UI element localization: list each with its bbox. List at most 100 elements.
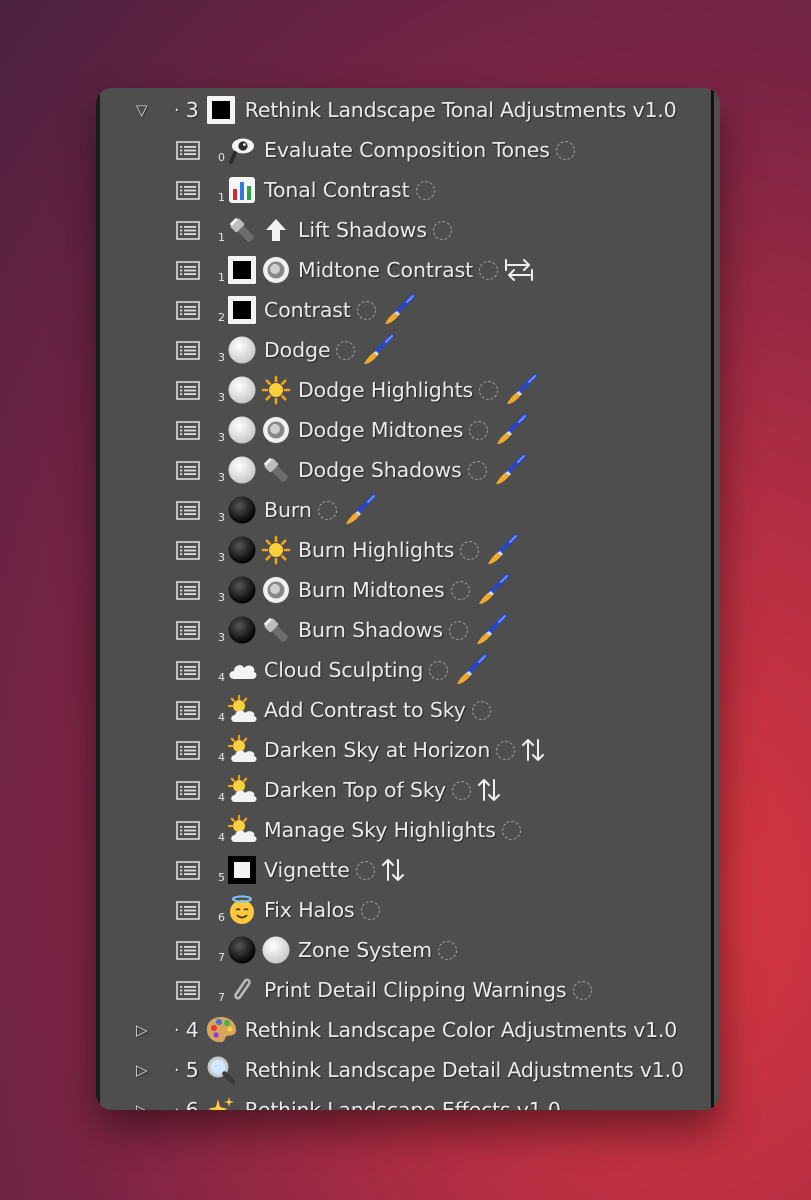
preset-item-burn-shadows[interactable]: 3 Burn Shadows — [96, 610, 708, 650]
partial-preset-indicator-icon — [479, 260, 499, 280]
black-square-icon — [226, 294, 258, 326]
preset-label: Darken Sky at Horizon — [264, 738, 491, 762]
bullet-dot: · — [174, 1059, 180, 1081]
preset-item-lift-shadows[interactable]: 1 Lift Shadows — [96, 210, 708, 250]
preset-item-manage-sky-highlights[interactable]: 4 Manage Sky Highlights — [96, 810, 708, 850]
paintbrush-icon — [343, 494, 377, 526]
preset-label: Fix Halos — [264, 898, 355, 922]
preset-item-burn-highlights[interactable]: 3 Burn Highlights — [96, 530, 708, 570]
preset-list-icon — [176, 780, 218, 800]
preset-item-dodge-midtones[interactable]: 3 Dodge Midtones — [96, 410, 708, 450]
vignette-square-icon — [226, 854, 258, 886]
group-title: Rethink Landscape Detail Adjustments v1.… — [244, 1058, 684, 1082]
preset-level: 3 — [218, 631, 225, 644]
disclosure-expanded-icon[interactable]: ▽ — [136, 101, 152, 119]
preset-label: Burn Highlights — [298, 538, 455, 562]
preset-item-contrast[interactable]: 2 Contrast — [96, 290, 708, 330]
preset-item-midtone-contrast[interactable]: 1 Midtone Contrast — [96, 250, 708, 290]
preset-level: 3 — [218, 471, 225, 484]
partial-preset-indicator-icon — [429, 660, 449, 680]
preset-level: 3 — [218, 511, 225, 524]
preset-item-vignette[interactable]: 5 Vignette — [96, 850, 708, 890]
up-arrow-icon — [260, 214, 292, 246]
partial-preset-indicator-icon — [432, 220, 452, 240]
preset-item-tonal-contrast[interactable]: 1 Tonal Contrast — [96, 170, 708, 210]
paperclip-icon — [226, 974, 258, 1006]
preset-item-zone-system[interactable]: 7 Zone System — [96, 930, 708, 970]
paintbrush-icon — [476, 574, 510, 606]
paintbrush-icon — [485, 534, 519, 566]
black-circle-icon — [226, 934, 258, 966]
preset-label: Print Detail Clipping Warnings — [264, 978, 567, 1002]
white-circle-icon — [260, 934, 292, 966]
preset-level: 3 — [218, 391, 225, 404]
paintbrush-icon — [474, 614, 508, 646]
preset-level: 0 — [218, 151, 225, 164]
black-circle-icon — [226, 534, 258, 566]
preset-item-print-detail-clipping-warnings[interactable]: 7 Print Detail Clipping Warnings — [96, 970, 708, 1010]
sun-behind-cloud-icon — [226, 694, 258, 726]
preset-group-rethink-landscape-tonal-adjustments-v1-0[interactable]: ▽ · 3 Rethink Landscape Tonal Adjustments v… — [96, 90, 708, 130]
preset-level: 5 — [218, 871, 225, 884]
preset-level: 4 — [218, 671, 225, 684]
preset-group-rethink-landscape-color-adjustments-v1-0[interactable]: ▷ · 4 Rethink Landscape Color Adjustments v… — [96, 1010, 708, 1050]
preset-item-burn[interactable]: 3 Burn — [96, 490, 708, 530]
preset-label: Burn — [264, 498, 312, 522]
disclosure-collapsed-icon[interactable]: ▷ — [136, 1101, 152, 1110]
preset-list-icon — [176, 700, 218, 720]
preset-label: Manage Sky Highlights — [264, 818, 496, 842]
preset-level: 3 — [218, 431, 225, 444]
preset-list-icon — [176, 980, 218, 1000]
partial-preset-indicator-icon — [438, 940, 458, 960]
preset-label: Darken Top of Sky — [264, 778, 447, 802]
bar-chart-icon — [226, 174, 258, 206]
preset-label: Contrast — [264, 298, 351, 322]
preset-item-evaluate-composition-tones[interactable]: 0 Evaluate Composition Tones — [96, 130, 708, 170]
preset-item-darken-sky-at-horizon[interactable]: 4 Darken Sky at Horizon — [96, 730, 708, 770]
preset-label: Dodge Highlights — [298, 378, 474, 402]
partial-preset-indicator-icon — [496, 740, 516, 760]
partial-preset-indicator-icon — [501, 820, 521, 840]
group-title: Rethink Landscape Color Adjustments v1.0 — [244, 1018, 678, 1042]
preset-item-dodge-shadows[interactable]: 3 Dodge Shadows — [96, 450, 708, 490]
partial-preset-indicator-icon — [572, 980, 592, 1000]
flashlight-icon — [260, 454, 292, 486]
preset-item-dodge[interactable]: 3 Dodge — [96, 330, 708, 370]
preset-label: Dodge Midtones — [298, 418, 464, 442]
preset-item-dodge-highlights[interactable]: 3 Dodge Highlights — [96, 370, 708, 410]
preset-label: Dodge Shadows — [298, 458, 462, 482]
preset-level: 1 — [218, 191, 225, 204]
partial-preset-indicator-icon — [336, 340, 356, 360]
preset-level: 3 — [218, 551, 225, 564]
black-circle-icon — [226, 494, 258, 526]
preset-list-icon — [176, 940, 218, 960]
preset-item-darken-top-of-sky[interactable]: 4 Darken Top of Sky — [96, 770, 708, 810]
white-circle-icon — [226, 374, 258, 406]
preset-label: Midtone Contrast — [298, 258, 474, 282]
preset-label: Lift Shadows — [298, 218, 427, 242]
preset-level: 3 — [218, 351, 225, 364]
group-number: 5 — [185, 1058, 199, 1082]
disclosure-collapsed-icon[interactable]: ▷ — [136, 1021, 152, 1039]
group-number: 6 — [185, 1098, 199, 1110]
preset-label: Add Contrast to Sky — [264, 698, 466, 722]
disclosure-collapsed-icon[interactable]: ▷ — [136, 1061, 152, 1079]
grey-circle-icon — [260, 254, 292, 286]
preset-level: 4 — [218, 711, 225, 724]
palette-icon — [205, 1014, 237, 1046]
preset-group-rethink-landscape-effects-v1-0[interactable]: ▷ · 6 Rethink Landscape Effects v1.0 — [96, 1090, 708, 1110]
preset-label: Vignette — [264, 858, 350, 882]
preset-item-fix-halos[interactable]: 6 Fix Halos — [96, 890, 708, 930]
up-down-arrows-icon — [521, 737, 545, 763]
preset-list-icon — [176, 740, 218, 760]
preset-label: Zone System — [298, 938, 433, 962]
preset-item-burn-midtones[interactable]: 3 Burn Midtones — [96, 570, 708, 610]
preset-item-cloud-sculpting[interactable]: 4 Cloud Sculpting — [96, 650, 708, 690]
preset-group-rethink-landscape-detail-adjustments-v1-0[interactable]: ▷ · 5 Rethink Landscape Detail Adjustments … — [96, 1050, 708, 1090]
preset-label: Cloud Sculpting — [264, 658, 424, 682]
preset-list-icon — [176, 540, 218, 560]
sun-icon — [260, 534, 292, 566]
preset-label: Dodge — [264, 338, 331, 362]
preset-level: 3 — [218, 591, 225, 604]
preset-item-add-contrast-to-sky[interactable]: 4 Add Contrast to Sky — [96, 690, 708, 730]
